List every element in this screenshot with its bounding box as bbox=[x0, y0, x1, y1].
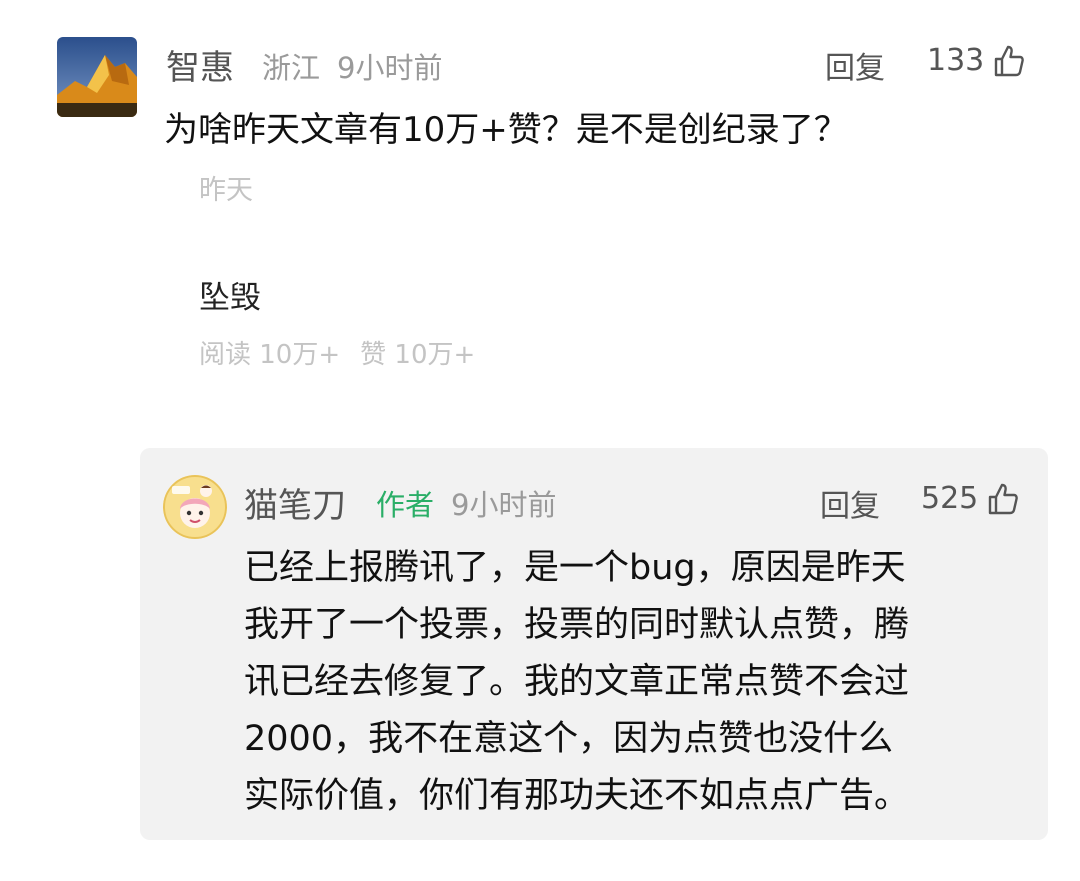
reply-like-count: 525 bbox=[921, 481, 979, 516]
author-reply: 猫笔刀 作者 9小时前 回复 525 已经上报腾讯了，是一个bug，原因是昨天 … bbox=[140, 448, 1048, 840]
reply-text-line: 讯已经去修复了。我的文章正常点赞不会过 bbox=[244, 662, 910, 702]
cartoon-avatar-image bbox=[163, 475, 227, 539]
comment-like-button[interactable]: 133 bbox=[927, 43, 1026, 78]
quoted-stats: 阅读 10万+ 赞 10万+ bbox=[199, 334, 475, 371]
comment-reply-button[interactable]: 回复 bbox=[825, 43, 885, 87]
reply-like-button[interactable]: 525 bbox=[921, 481, 1020, 516]
quoted-likes: 赞 10万+ bbox=[360, 340, 476, 370]
author-avatar[interactable] bbox=[163, 475, 227, 539]
comment-username[interactable]: 智惠 bbox=[166, 40, 234, 89]
comment-item: 智惠 浙江 9小时前 回复 133 为啥昨天文章有10万+赞？是不是创纪录了？ … bbox=[0, 0, 1080, 430]
comment-like-count: 133 bbox=[927, 43, 985, 78]
quoted-article-title: 坠毁 bbox=[199, 280, 261, 316]
thumbs-up-icon bbox=[989, 483, 1019, 514]
reply-text-line: 2000，我不在意这个，因为点赞也没什么 bbox=[244, 719, 894, 759]
comment-location: 浙江 bbox=[262, 51, 321, 85]
mountain-avatar-image bbox=[57, 37, 137, 117]
reply-time: 9小时前 bbox=[451, 488, 557, 522]
quoted-reads: 阅读 10万+ bbox=[199, 340, 341, 370]
reply-text: 已经上报腾讯了，是一个bug，原因是昨天 我开了一个投票，投票的同时默认点赞，腾… bbox=[244, 540, 1024, 825]
author-badge: 作者 bbox=[376, 488, 435, 522]
reply-username[interactable]: 猫笔刀 bbox=[244, 478, 346, 527]
user-avatar[interactable] bbox=[57, 37, 137, 117]
comment-time: 9小时前 bbox=[337, 51, 443, 85]
reply-text-line: 实际价值，你们有那功夫还不如点点广告。 bbox=[244, 776, 910, 816]
reply-text-line: 已经上报腾讯了，是一个bug，原因是昨天 bbox=[244, 548, 906, 588]
quoted-date: 昨天 bbox=[199, 175, 253, 206]
reply-text-line: 我开了一个投票，投票的同时默认点赞，腾 bbox=[244, 605, 910, 645]
reply-reply-button[interactable]: 回复 bbox=[820, 481, 880, 525]
thumbs-up-icon bbox=[995, 45, 1025, 76]
comment-text: 为啥昨天文章有10万+赞？是不是创纪录了？ bbox=[164, 110, 848, 150]
